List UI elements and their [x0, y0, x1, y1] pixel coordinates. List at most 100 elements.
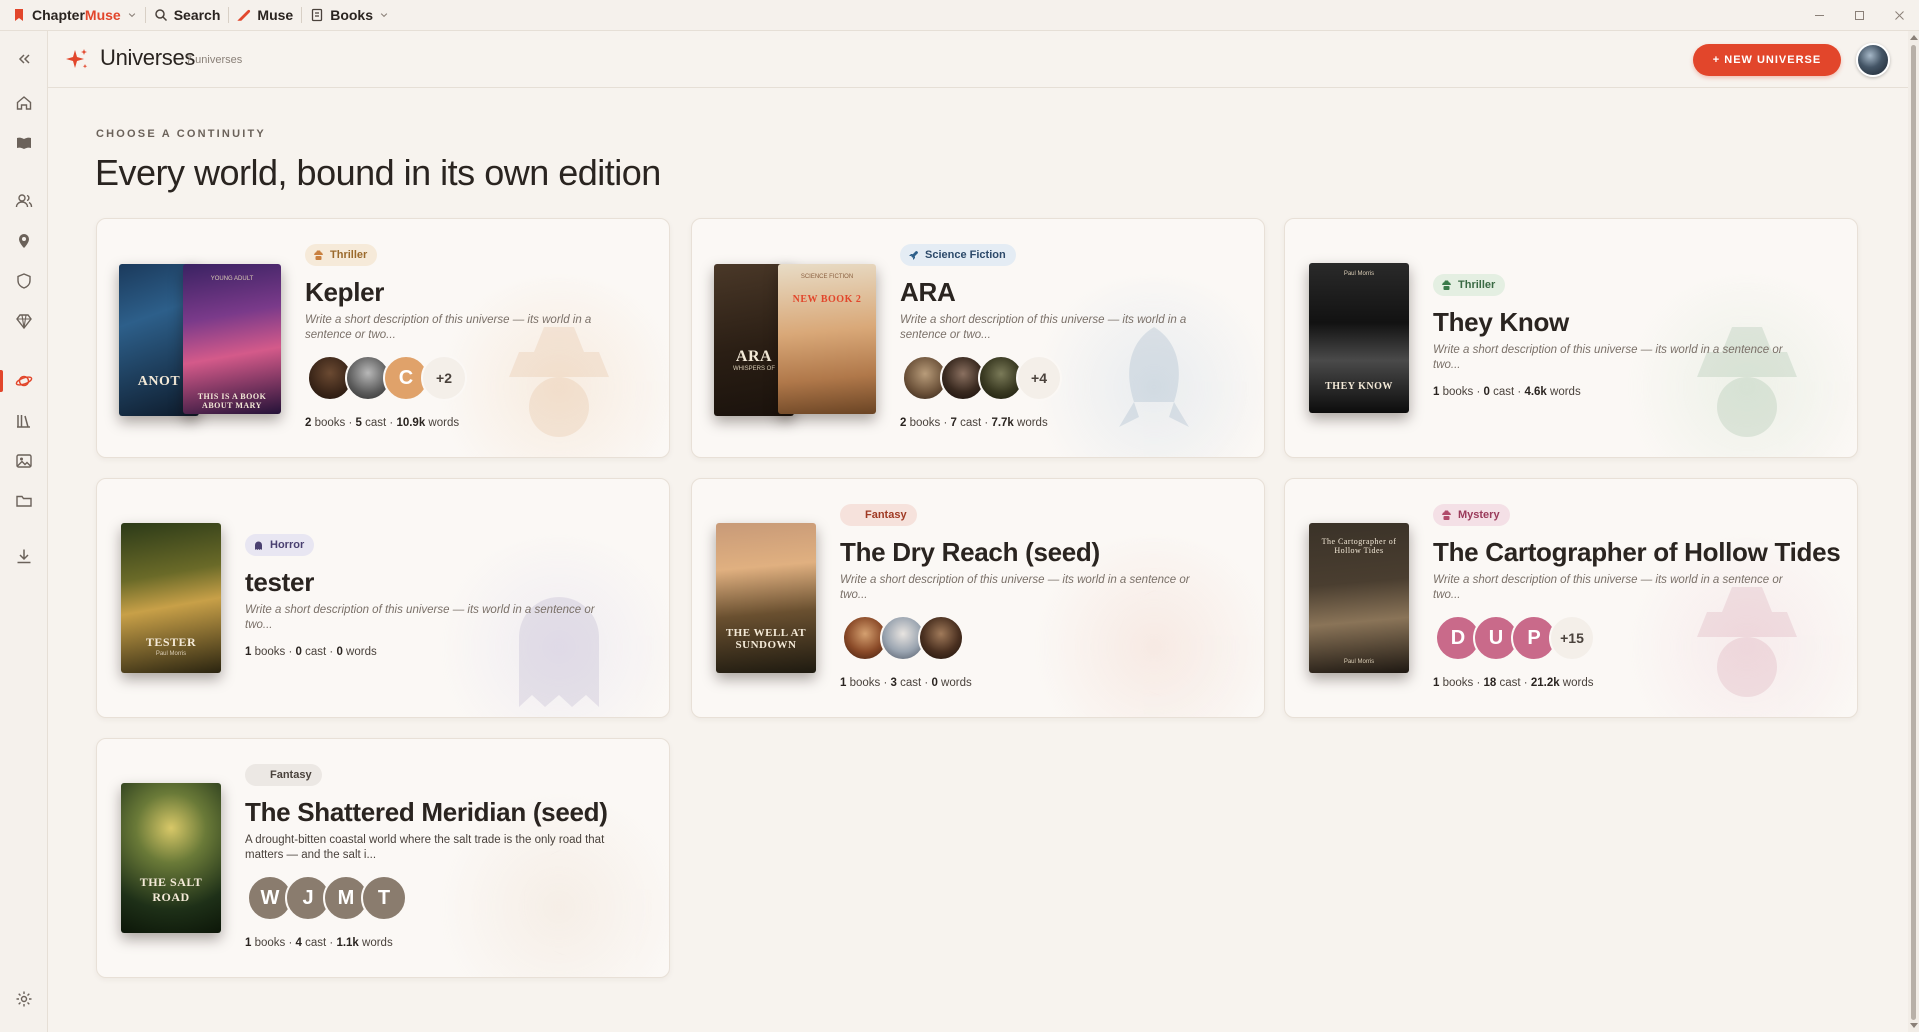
book-cover[interactable]: TESTER Paul Morris [121, 523, 221, 673]
universe-description: Write a short description of this univer… [245, 604, 595, 631]
chevrons-left-icon [18, 54, 30, 64]
universe-card-the-dry-reach[interactable]: THE WELL AT SUNDOWN Fantasy The Dry Reac… [691, 478, 1265, 718]
words-count: 21.2k [1530, 677, 1560, 689]
book-cover[interactable]: The Cartographer of Hollow Tides Paul Mo… [1309, 523, 1409, 673]
ghost-icon [519, 597, 599, 707]
bookmark-icon [15, 9, 23, 21]
cover-author: Paul Morris [155, 651, 187, 657]
books-count: 1 [1433, 677, 1440, 689]
universe-name: Kepler [305, 277, 385, 307]
genre-label: Thriller [330, 249, 368, 261]
sidebar-item-items[interactable] [12, 309, 36, 333]
universe-card-the-shattered-meridian[interactable]: THE SALT ROAD Fantasy The Shattered Meri… [96, 738, 670, 978]
sidebar-item-factions[interactable] [12, 269, 36, 293]
sidebar-item-gallery[interactable] [12, 449, 36, 473]
books-count: 1 [245, 937, 252, 949]
new-universe-button[interactable]: + NEW UNIVERSE [1693, 44, 1841, 76]
scrollbar[interactable] [1908, 31, 1919, 1032]
books-menu[interactable]: Books [302, 0, 397, 31]
sidebar-item-universes[interactable] [12, 369, 36, 393]
user-avatar[interactable] [1856, 43, 1890, 77]
universe-stats: 1 books · 0 cast · 4.6k words [1433, 386, 1581, 398]
universe-name: The Shattered Meridian (seed) [245, 797, 608, 827]
planet-icon [15, 375, 33, 387]
cast-avatar[interactable] [918, 615, 964, 661]
words-count: 1.1k [336, 937, 359, 949]
universe-card-tester[interactable]: TESTER Paul Morris Horror tester Write a… [96, 478, 670, 718]
maximize-button[interactable] [1839, 0, 1879, 31]
genre-badge: Thriller [305, 244, 378, 266]
universe-card-ara[interactable]: ARA WHISPERS OF SCIENCE FICTION NEW BOOK… [691, 218, 1265, 458]
gear-icon [16, 991, 32, 1007]
detective-icon [314, 250, 323, 260]
gem-icon [16, 314, 32, 330]
scroll-up-arrow[interactable] [1910, 35, 1918, 40]
book-cover[interactable]: SCIENCE FICTION NEW BOOK 2 [778, 264, 876, 414]
sidebar-item-library[interactable] [12, 131, 36, 155]
book-cover[interactable]: Paul Morris THEY KNOW [1309, 263, 1409, 413]
cast-more-badge[interactable]: +4 [1016, 355, 1062, 401]
cast-count: 7 [950, 417, 957, 429]
universe-name: tester [245, 567, 315, 597]
book-cover[interactable]: THE SALT ROAD [121, 783, 221, 933]
cover-title: THIS IS A BOOK ABOUT MARY [197, 392, 267, 410]
genre-badge: Science Fiction [900, 244, 1016, 266]
search-label: Search [173, 7, 221, 23]
settings-button[interactable] [12, 987, 36, 1011]
universe-description: Write a short description of this univer… [840, 574, 1190, 601]
genre-badge: Fantasy [840, 504, 917, 526]
cast-avatars: +4 [902, 355, 1062, 403]
moon-icon [255, 770, 260, 780]
search-button[interactable]: Search [146, 0, 229, 31]
universe-description: Write a short description of this univer… [305, 314, 592, 341]
book-cover[interactable]: THE WELL AT SUNDOWN [716, 523, 816, 673]
books-count: 2 [305, 417, 312, 429]
books-count: 2 [900, 417, 907, 429]
cover-author: Paul Morris [1343, 659, 1375, 665]
cover-author: YOUNG ADULT [210, 276, 254, 282]
universe-description: Write a short description of this univer… [1433, 344, 1783, 371]
cast-count: 4 [295, 937, 302, 949]
universe-stats: 1 books · 0 cast · 0 words [245, 646, 377, 658]
universe-stats: 1 books · 18 cast · 21.2k words [1433, 677, 1594, 689]
cast-count: 18 [1483, 677, 1497, 689]
brand-muse: Muse [84, 7, 121, 23]
sidebar-item-export[interactable] [12, 544, 36, 568]
books-count: 1 [245, 646, 252, 658]
new-universe-label: + NEW UNIVERSE [1712, 54, 1822, 66]
universe-stats: 2 books · 5 cast · 10.9k words [305, 417, 460, 429]
sidebar-item-files[interactable] [12, 489, 36, 513]
cast-avatar[interactable]: T [361, 875, 407, 921]
sidebar-rail [0, 31, 48, 1032]
genre-label: Fantasy [865, 509, 907, 521]
book-cover[interactable]: YOUNG ADULT THIS IS A BOOK ABOUT MARY [183, 264, 281, 414]
words-count: 7.7k [991, 417, 1014, 429]
sidebar-item-bookshelf[interactable] [12, 409, 36, 433]
close-button[interactable] [1879, 0, 1919, 31]
minimize-button[interactable] [1799, 0, 1839, 31]
words-count: 4.6k [1524, 386, 1547, 398]
scroll-thumb[interactable] [1911, 45, 1916, 1020]
sidebar-item-locations[interactable] [12, 229, 36, 253]
cast-count: 0 [295, 646, 302, 658]
shield-icon [17, 273, 31, 289]
universe-count: 7 universes [186, 54, 243, 66]
words-count: 0 [931, 677, 938, 689]
universe-card-kepler[interactable]: ANOT YOUNG ADULT THIS IS A BOOK ABOUT MA… [96, 218, 670, 458]
cast-more-badge[interactable]: +2 [421, 355, 467, 401]
cast-more-badge[interactable]: +15 [1549, 615, 1595, 661]
universe-card-they-know[interactable]: Paul Morris THEY KNOW Thriller They Know… [1284, 218, 1858, 458]
sidebar-item-home[interactable] [12, 91, 36, 115]
users-icon [15, 194, 33, 208]
app-menu[interactable]: ChapterMuse [0, 0, 145, 31]
scroll-down-arrow[interactable] [1910, 1023, 1918, 1028]
universe-card-the-cartographer[interactable]: The Cartographer of Hollow Tides Paul Mo… [1284, 478, 1858, 718]
muse-button[interactable]: Muse [229, 0, 301, 31]
cast-avatars: W J M T [247, 875, 407, 923]
universe-stats: 2 books · 7 cast · 7.7k words [900, 417, 1048, 429]
sidebar-item-characters[interactable] [12, 189, 36, 213]
collapse-sidebar-button[interactable] [12, 47, 36, 71]
cast-count: 5 [355, 417, 362, 429]
cover-title: TESTER [145, 635, 197, 649]
cover-title: THEY KNOW [1325, 381, 1393, 392]
